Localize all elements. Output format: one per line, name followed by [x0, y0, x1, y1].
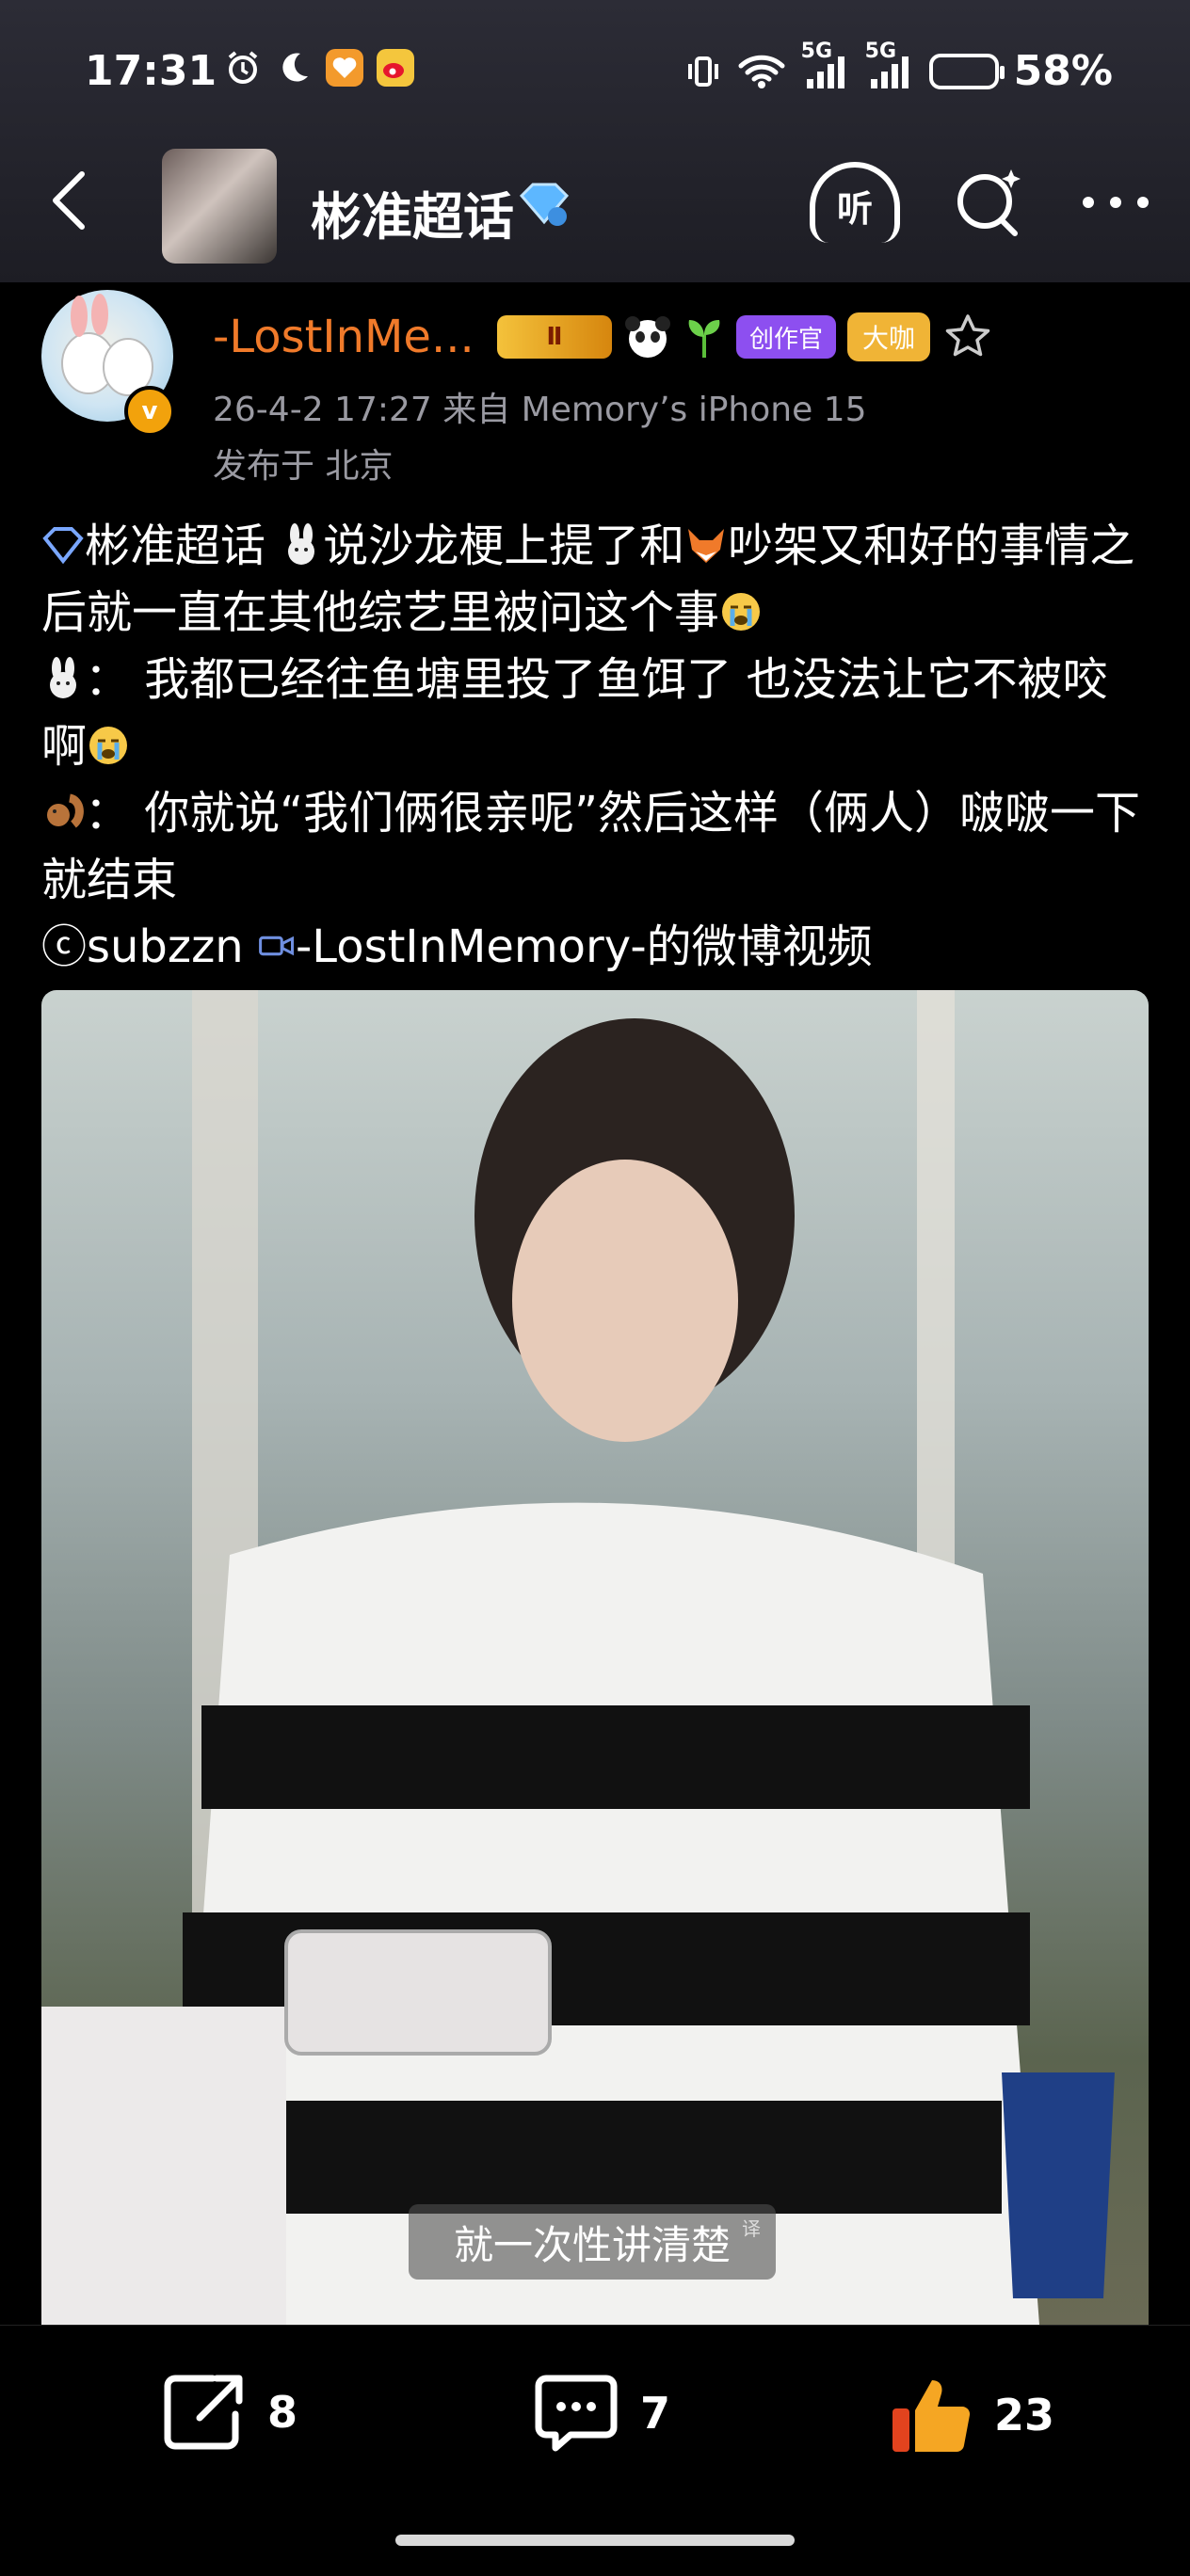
verified-badge: v [124, 386, 175, 437]
post-line-4: ⓒsubzzn -LostInMemory-的微博视频 [41, 914, 1152, 981]
status-time: 17:31 [85, 47, 217, 95]
video-link[interactable]: -LostInMemory-的微博视频 [296, 920, 873, 973]
big-badge[interactable]: 大咖 [847, 312, 931, 361]
like-count: 23 [994, 2390, 1055, 2440]
video-player[interactable]: 就一次性讲清楚 译 [41, 990, 1149, 2325]
post-time-source: 26-4-2 17:27 来自 Memory’s iPhone 15 [213, 391, 867, 429]
signal-icon-2: 5G [865, 40, 914, 90]
post-location: 发布于 北京 [213, 447, 394, 486]
thumbs-up-icon [892, 2380, 971, 2453]
share-icon [164, 2375, 243, 2450]
author-badges: Ⅱ 创作官 大咖 [497, 311, 994, 363]
moon-icon [275, 49, 313, 87]
author-name[interactable]: -LostInMe... [213, 311, 474, 363]
more-icon[interactable] [1079, 193, 1152, 212]
vibrate-icon [687, 56, 718, 87]
back-button[interactable] [36, 168, 102, 233]
weibo-icon [377, 49, 414, 87]
heart-app-icon [326, 49, 363, 87]
post-card: v -LostInMe... Ⅱ 创作官 大咖 26-4-2 17:27 来自 … [0, 282, 1190, 2325]
diamond-icon [42, 527, 84, 565]
creator-badge[interactable]: 创作官 [736, 315, 837, 359]
chevron-left-icon [53, 171, 85, 230]
home-indicator[interactable] [395, 2535, 795, 2546]
supertopic-diamond-icon [519, 183, 570, 226]
rabbit-emoji-icon [288, 523, 315, 565]
share-count: 8 [267, 2387, 298, 2438]
like-button[interactable]: 23 [889, 2373, 1054, 2457]
post-line-2: ： 我都已经往鱼塘里投了鱼饵了 也没法让它不被咬啊 [41, 647, 1152, 780]
video-subtitle: 就一次性讲清楚 [409, 2204, 776, 2280]
post-text-3: ： 我都已经往鱼塘里投了鱼饵了 也没法让它不被咬啊 [41, 653, 1108, 773]
page-title[interactable]: 彬准超话 [311, 175, 514, 249]
listen-button[interactable]: 听 [810, 162, 900, 243]
post-line-1: 彬准超话 说沙龙梗上提了和 吵架又和好的事情之后就一直在其他综艺里被问这个事 [41, 513, 1152, 647]
squirrel-emoji-icon [47, 793, 84, 828]
wifi-icon [738, 55, 785, 88]
crying-emoji-icon-2 [89, 727, 128, 764]
video-camera-icon [259, 936, 295, 956]
level-label: Ⅱ [546, 323, 563, 351]
nav-actions: 听 [810, 162, 1152, 243]
big-label: 大咖 [862, 323, 916, 354]
alarm-icon [224, 49, 262, 87]
video-frame [41, 990, 1115, 2325]
supertopic-avatar[interactable] [162, 149, 277, 264]
sprout-icon [688, 320, 720, 358]
topic-link[interactable]: 彬准超话 [85, 520, 265, 572]
post-text-4: ： 你就说“我们俩很亲呢”然后这样（俩人）啵啵一下就结束 [41, 787, 1140, 906]
search-icon[interactable] [953, 166, 1026, 239]
copyright-text: ⓒsubzzn [41, 920, 244, 973]
comment-button[interactable]: 7 [533, 2373, 670, 2454]
status-right-icons: 5G 5G 58% [684, 40, 1113, 95]
post-text-1: 说沙龙梗上提了和 [323, 520, 685, 572]
status-left-icons [224, 49, 414, 87]
action-bar: 8 7 23 [0, 2325, 1190, 2576]
crying-emoji-icon [722, 593, 761, 631]
creator-label: 创作官 [749, 325, 824, 354]
subtitle-translate-tag: 译 [742, 2217, 761, 2240]
post-line-3: ： 你就说“我们俩很亲呢”然后这样（俩人）啵啵一下就结束 [41, 780, 1152, 914]
share-button[interactable]: 8 [162, 2373, 298, 2452]
rabbit-emoji-icon-2 [50, 657, 76, 698]
comment-icon [535, 2375, 618, 2452]
panda-icon [625, 316, 670, 358]
post-body: 彬准超话 说沙龙梗上提了和 吵架又和好的事情之后就一直在其他综艺里被问这个事 ： … [41, 513, 1152, 981]
listen-label: 听 [836, 187, 873, 230]
status-bar: 17:31 5G 5G 58% [0, 38, 1190, 113]
battery-icon [928, 53, 1005, 89]
comment-count: 7 [640, 2388, 671, 2439]
level-badge[interactable]: Ⅱ [497, 315, 612, 359]
fox-emoji-icon [688, 529, 725, 563]
signal-icon: 5G [801, 40, 850, 90]
battery-percent: 58% [1013, 47, 1113, 95]
star-icon[interactable] [941, 311, 994, 363]
nav-bar: 彬准超话 听 [0, 141, 1190, 264]
